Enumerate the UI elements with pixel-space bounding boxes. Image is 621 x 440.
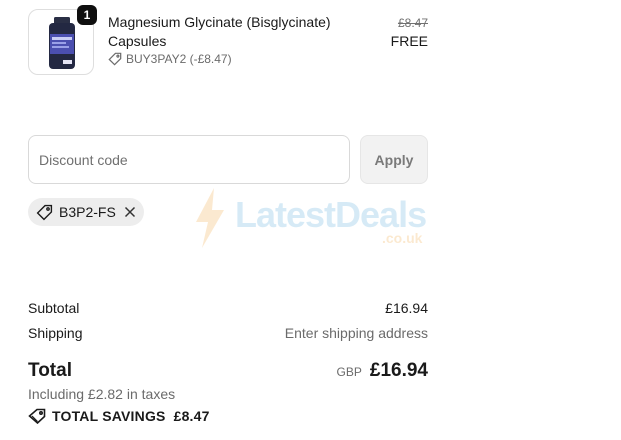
close-icon [124,206,135,218]
subtotal-label: Subtotal [28,300,80,316]
subtotal-value: £16.94 [385,300,428,316]
shipping-value: Enter shipping address [284,325,428,341]
shipping-row: Shipping Enter shipping address [28,325,428,341]
tag-icon [108,52,122,66]
total-label: Total [28,360,72,381]
total-savings: TOTAL SAVINGS £8.47 [28,408,210,424]
apply-button[interactable]: Apply [360,135,428,184]
subtotal-row: Subtotal £16.94 [28,300,428,316]
remove-discount-button[interactable] [124,206,136,218]
line-discount-label: BUY3PAY2 (-£8.47) [126,52,232,66]
lightning-bolt-icon [196,188,224,248]
total-amount: GBP £16.94 [337,360,428,382]
product-name: Magnesium Glycinate (Bisglycinate) Capsu… [108,14,331,49]
savings-tag-icon [28,408,46,424]
item-price: FREE [390,33,428,49]
discount-code-input[interactable] [28,135,350,184]
applied-discount-chip: B3P2-FS [28,198,144,226]
savings-value: £8.47 [173,408,210,424]
savings-label: TOTAL SAVINGS [52,408,166,424]
taxes-note: Including £2.82 in taxes [28,386,176,402]
original-price: £8.47 [397,16,428,30]
watermark: LatestDeals .co.uk [190,188,435,250]
total-value: £16.94 [369,360,428,381]
supplement-bottle-image [49,17,75,69]
shipping-label: Shipping [28,325,83,341]
line-item: 1 Magnesium Glycinate (Bisglycinate) Cap… [28,5,428,75]
tag-icon [36,204,53,220]
quantity-badge: 1 [77,5,97,25]
applied-discount-code: B3P2-FS [59,204,116,220]
currency-code: GBP [336,365,362,379]
line-discount: BUY3PAY2 (-£8.47) [108,52,232,66]
watermark-subtext: .co.uk [382,230,423,246]
